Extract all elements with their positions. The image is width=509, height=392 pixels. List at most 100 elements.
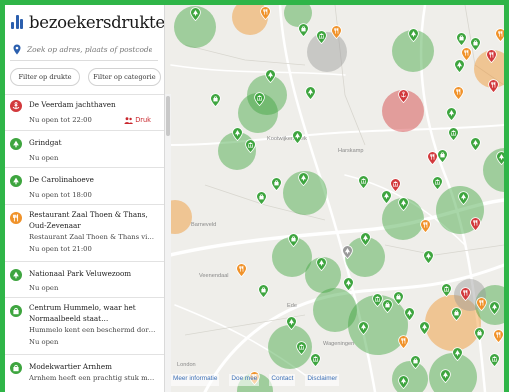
location-title: De Carolinahoeve: [29, 175, 94, 184]
place-label: London: [177, 362, 196, 368]
map-marker-shop-icon[interactable]: [455, 32, 467, 47]
map-marker-tree-icon[interactable]: [397, 197, 409, 212]
map-marker-tree-icon[interactable]: [397, 375, 409, 390]
map-marker-shop-icon[interactable]: [255, 191, 267, 206]
map-marker-tree-icon[interactable]: [451, 347, 463, 362]
map-marker-tree-icon[interactable]: [231, 127, 243, 142]
map-marker-restaurant-icon[interactable]: [235, 263, 247, 278]
map-marker-museum-icon[interactable]: [431, 176, 443, 191]
opening-status: Nu open tot 22:00: [29, 116, 92, 124]
map-marker-shop-icon[interactable]: [409, 355, 421, 370]
map-marker-museum-icon[interactable]: [440, 283, 452, 298]
map-marker-shop-icon[interactable]: [297, 23, 309, 38]
tree-icon: [10, 175, 22, 187]
map-marker-shop-icon[interactable]: [450, 307, 462, 322]
tree-icon: [10, 269, 22, 281]
opening-status: Nu open tot 21:00: [29, 245, 92, 253]
map-marker-museum-icon[interactable]: [253, 92, 265, 107]
people-icon: [124, 116, 134, 124]
map-marker-restaurant-icon[interactable]: [419, 219, 431, 234]
map-marker-tree-icon[interactable]: [439, 369, 451, 384]
map-marker-shop-icon[interactable]: [381, 299, 393, 314]
map-marker-anchor-icon[interactable]: [397, 89, 409, 104]
location-title: Grindgat: [29, 138, 62, 147]
map-marker-restaurant-icon[interactable]: [475, 297, 487, 312]
map-marker-museum-icon[interactable]: [244, 139, 256, 154]
map-marker-tree-icon[interactable]: [457, 191, 469, 206]
map-marker-restaurant-icon[interactable]: [492, 329, 504, 344]
scrollbar-thumb[interactable]: [166, 96, 170, 136]
map-marker-tree-icon[interactable]: [407, 28, 419, 43]
map-marker-restaurant-icon[interactable]: [485, 49, 497, 64]
link-participate[interactable]: Doe mee: [229, 374, 260, 386]
map-marker-tree-icon[interactable]: [315, 257, 327, 272]
search-box[interactable]: [10, 39, 158, 61]
map-marker-tree-icon[interactable]: [264, 69, 276, 84]
map-marker-museum-icon[interactable]: [357, 175, 369, 190]
map-marker-tree-icon[interactable]: [357, 321, 369, 336]
list-item[interactable]: Centrum Hummelo, waar het Normaalbeeld s…: [5, 298, 164, 355]
filter-category-button[interactable]: Filter op categorie: [88, 68, 161, 86]
map-marker-shop-icon[interactable]: [436, 149, 448, 164]
map-marker-tree-icon[interactable]: [304, 86, 316, 101]
map-marker-tree-icon[interactable]: [359, 232, 371, 247]
map-marker-tree-icon[interactable]: [445, 107, 457, 122]
map-marker-tree-icon[interactable]: [488, 301, 500, 316]
opening-status: Nu open: [29, 338, 59, 346]
map-marker-tree-icon[interactable]: [380, 190, 392, 205]
map-marker-museum-icon[interactable]: [488, 353, 500, 368]
map-marker-tree-icon[interactable]: [285, 316, 297, 331]
list-item[interactable]: Nationaal Park Veluwezoom Nu open: [5, 262, 164, 298]
filter-crowd-button[interactable]: Filter op drukte: [10, 68, 80, 86]
map-marker-shop-icon[interactable]: [209, 93, 221, 108]
map-marker-shop-icon[interactable]: [392, 291, 404, 306]
list-item[interactable]: De Veerdam jachthaven Nu open tot 22:00 …: [5, 95, 164, 131]
map-marker-tree-icon[interactable]: [495, 151, 504, 166]
map-marker-tree-icon[interactable]: [403, 307, 415, 322]
map-marker-tree-icon[interactable]: [189, 7, 201, 22]
map-marker-tree-icon[interactable]: [341, 245, 353, 260]
shop-icon: [10, 305, 22, 317]
map-marker-tree-icon[interactable]: [342, 277, 354, 292]
list-scrollbar[interactable]: [165, 94, 171, 392]
link-contact[interactable]: Contact: [269, 374, 296, 386]
list-item[interactable]: Restaurant Zaal Thoen & Thans, Oud-Zeven…: [5, 205, 164, 262]
map-marker-restaurant-icon[interactable]: [452, 86, 464, 101]
list-item[interactable]: Grindgat Nu open: [5, 131, 164, 168]
place-label: Wageningen: [323, 341, 355, 347]
link-disclaimer[interactable]: Disclaimer: [305, 374, 340, 386]
place-label: Harskamp: [338, 148, 364, 154]
location-description: Hummelo kent een beschermd dor…: [29, 326, 156, 334]
map-marker-tree-icon[interactable]: [291, 130, 303, 145]
map-marker-museum-icon[interactable]: [447, 127, 459, 142]
map-marker-restaurant-icon[interactable]: [494, 28, 504, 43]
map-marker-tree-icon[interactable]: [453, 59, 465, 74]
map-marker-restaurant-icon[interactable]: [397, 335, 409, 350]
place-label: Ede: [287, 303, 297, 309]
place-label: Barneveld: [191, 222, 217, 228]
map-marker-shop-icon[interactable]: [473, 327, 485, 342]
list-item[interactable]: Modekwartier Arnhem Arnhem heeft een pra…: [5, 355, 164, 385]
map-marker-restaurant-icon[interactable]: [469, 217, 481, 232]
map-marker-shop-icon[interactable]: [287, 233, 299, 248]
map-marker-tree-icon[interactable]: [469, 137, 481, 152]
map-marker-museum-icon[interactable]: [295, 341, 307, 356]
brand[interactable]: bezoekersdrukte: [11, 12, 164, 32]
map-marker-shop-icon[interactable]: [257, 284, 269, 299]
shop-icon: [10, 362, 22, 374]
map-marker-museum-icon[interactable]: [309, 353, 321, 368]
map-marker-shop-icon[interactable]: [270, 177, 282, 192]
map-marker-tree-icon[interactable]: [422, 250, 434, 265]
map-marker-restaurant-icon[interactable]: [459, 287, 471, 302]
map-marker-museum-icon[interactable]: [315, 30, 327, 45]
bar-chart-logo-icon: [11, 15, 24, 29]
location-description: Restaurant Zaal Thoen & Thans vi…: [29, 233, 155, 241]
link-more-info[interactable]: Meer informatie: [171, 374, 220, 386]
search-input[interactable]: [27, 45, 152, 54]
map-marker-restaurant-icon[interactable]: [487, 79, 499, 94]
map-marker-tree-icon[interactable]: [297, 172, 309, 187]
map-marker-restaurant-icon[interactable]: [330, 25, 342, 40]
map-marker-tree-icon[interactable]: [418, 321, 430, 336]
list-item[interactable]: De Carolinahoeve Nu open tot 18:00: [5, 168, 164, 205]
map-marker-restaurant-icon[interactable]: [259, 6, 271, 21]
